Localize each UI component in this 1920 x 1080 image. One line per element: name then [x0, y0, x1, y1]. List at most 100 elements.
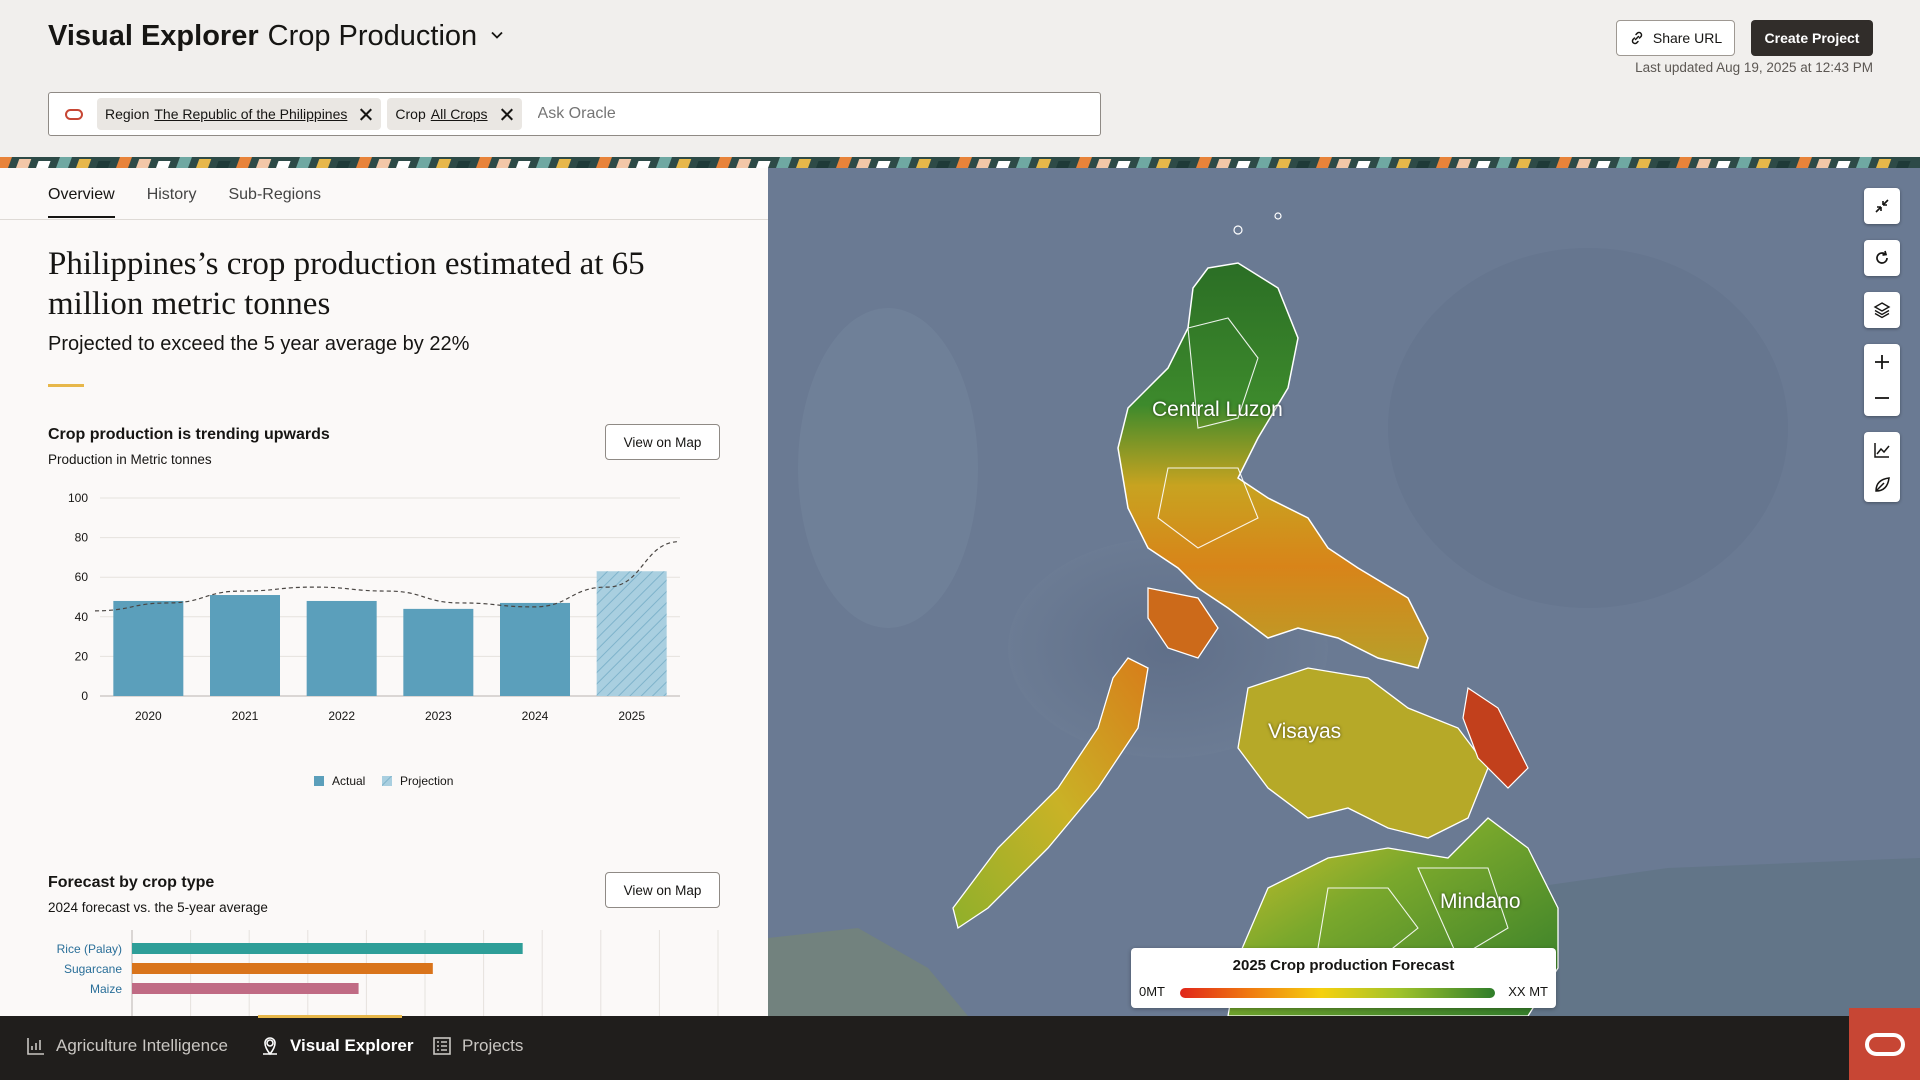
nav-label: Visual Explorer	[290, 1036, 414, 1055]
close-icon[interactable]	[359, 107, 373, 121]
category-label: Rice (Palay)	[57, 942, 122, 956]
layers-button[interactable]	[1864, 292, 1900, 328]
nav-label: Agriculture Intelligence	[56, 1036, 228, 1055]
zoom-out-button[interactable]	[1864, 380, 1900, 416]
region-label-mindanao[interactable]: Mindano	[1440, 890, 1521, 914]
bar-sugarcane	[132, 963, 433, 974]
app-title: Visual Explorer	[48, 20, 259, 52]
page-title: Philippines’s crop production estimated …	[48, 246, 645, 322]
category-label: Maize	[90, 982, 122, 996]
chip-value[interactable]: All Crops	[431, 106, 488, 122]
map-view[interactable]: Central Luzon Visayas Mindano	[768, 168, 1920, 1016]
section-title: Crop Production	[267, 20, 478, 52]
region-filter-chip[interactable]: Region The Republic of the Philippines	[97, 98, 382, 130]
active-nav-indicator	[258, 1015, 402, 1018]
close-icon[interactable]	[500, 107, 514, 121]
tab-history[interactable]: History	[147, 186, 197, 218]
map-mode-controls	[1864, 432, 1900, 502]
trend-card-title: Crop production is trending upwards	[48, 426, 330, 443]
philippines-map[interactable]	[768, 168, 1920, 1016]
x-tick-label: 2022	[328, 709, 355, 723]
legend-color-scale	[1180, 988, 1495, 998]
section-selector[interactable]: Crop Production	[268, 20, 504, 53]
x-tick-label: 2020	[135, 709, 162, 723]
tab-sub-regions[interactable]: Sub-Regions	[228, 186, 321, 218]
search-bar[interactable]: Region The Republic of the Philippines C…	[48, 92, 1101, 136]
header: Visual Explorer Crop Production Share UR…	[0, 0, 1920, 157]
x-tick-label: 2024	[522, 709, 549, 723]
layers-icon	[1873, 302, 1891, 319]
legend-label-actual: Actual	[332, 774, 365, 788]
plus-icon	[1875, 355, 1889, 369]
ask-oracle-input[interactable]	[537, 105, 938, 123]
create-project-button[interactable]: Create Project	[1751, 20, 1873, 56]
bar-rice-palay-	[132, 943, 523, 954]
oracle-assistant-button[interactable]	[1849, 1008, 1920, 1080]
production-trend-chart: 0 20 40 60 80 100 2020 2021 2022 2023 2024 2025 Actu…	[68, 491, 681, 788]
bar-actual-2021	[210, 595, 280, 696]
chip-key: Crop	[395, 106, 426, 122]
chevron-down-icon	[491, 31, 503, 39]
x-tick-label: 2025	[618, 709, 645, 723]
bottom-nav: Agriculture Intelligence Visual Explorer…	[0, 1016, 1920, 1080]
title-row: Visual Explorer Crop Production	[48, 20, 503, 53]
bar-actual-2023	[403, 608, 474, 696]
overview-panel: Overview History Sub-Regions Philippines…	[0, 168, 768, 1016]
zoom-in-button[interactable]	[1864, 344, 1900, 380]
collapse-icon	[1875, 199, 1889, 213]
legend-title: 2025 Crop production Forecast	[1232, 957, 1455, 974]
chart-mode-button[interactable]	[1864, 432, 1900, 467]
crop-type-forecast-chart: Rice (Palay) Sugarcane Maize	[57, 930, 719, 1016]
forecast-card-subtitle: 2024 forecast vs. the 5-year average	[48, 900, 268, 915]
view-on-map-button[interactable]: View on Map	[605, 872, 720, 908]
nav-projects[interactable]: Projects	[432, 1036, 523, 1056]
crop-filter-chip[interactable]: Crop All Crops	[387, 98, 522, 130]
bar-maize	[132, 983, 359, 994]
decorative-banner	[0, 157, 1920, 168]
x-tick-label: 2023	[425, 709, 452, 723]
nav-visual-explorer[interactable]: Visual Explorer	[260, 1036, 413, 1056]
divider	[0, 219, 768, 220]
legend-label-projection: Projection	[400, 774, 453, 788]
line-chart-icon	[1874, 442, 1890, 458]
page-subtitle: Projected to exceed the 5 year average b…	[48, 333, 470, 355]
y-tick-label: 40	[75, 610, 89, 624]
forecast-card-title: Forecast by crop type	[48, 874, 215, 891]
region-label-visayas[interactable]: Visayas	[1268, 720, 1341, 744]
refresh-icon	[1876, 250, 1888, 264]
share-url-label: Share URL	[1652, 30, 1723, 46]
y-tick-label: 20	[75, 649, 89, 663]
trend-card-subtitle: Production in Metric tonnes	[48, 452, 212, 467]
tab-overview[interactable]: Overview	[48, 186, 115, 218]
map-legend: 2025 Crop production Forecast 0MT XX MT	[1131, 948, 1556, 1008]
collapse-map-button[interactable]	[1864, 188, 1900, 224]
share-url-button[interactable]: Share URL	[1616, 20, 1735, 56]
y-tick-label: 60	[75, 570, 89, 584]
category-label: Sugarcane	[64, 962, 122, 976]
link-icon	[1631, 31, 1643, 45]
view-on-map-button[interactable]: View on Map	[605, 424, 720, 460]
oracle-logo-icon	[1864, 1032, 1905, 1056]
y-tick-label: 100	[68, 491, 88, 505]
y-tick-label: 80	[75, 531, 89, 545]
y-tick-label: 0	[81, 689, 88, 703]
tab-bar: Overview History Sub-Regions	[48, 186, 321, 218]
bar-actual-2022	[306, 600, 377, 696]
bar-projection-2025	[596, 571, 667, 696]
x-tick-label: 2021	[232, 709, 259, 723]
bar-actual-2020	[113, 600, 184, 696]
zoom-controls	[1864, 344, 1900, 416]
crop-mode-button[interactable]	[1864, 467, 1900, 502]
oracle-logo-icon	[65, 108, 83, 120]
trend-line	[94, 540, 681, 612]
reset-map-button[interactable]	[1864, 240, 1900, 276]
accent-divider	[48, 384, 84, 387]
projects-icon	[433, 1037, 451, 1055]
nav-label: Projects	[462, 1036, 524, 1055]
bar-actual-2024	[500, 602, 570, 696]
nav-agriculture-intelligence[interactable]: Agriculture Intelligence	[26, 1036, 228, 1056]
legend-swatch-actual	[314, 776, 324, 786]
chip-value[interactable]: The Republic of the Philippines	[154, 106, 347, 122]
region-label-central-luzon[interactable]: Central Luzon	[1152, 398, 1283, 422]
legend-swatch-projection	[382, 776, 392, 786]
